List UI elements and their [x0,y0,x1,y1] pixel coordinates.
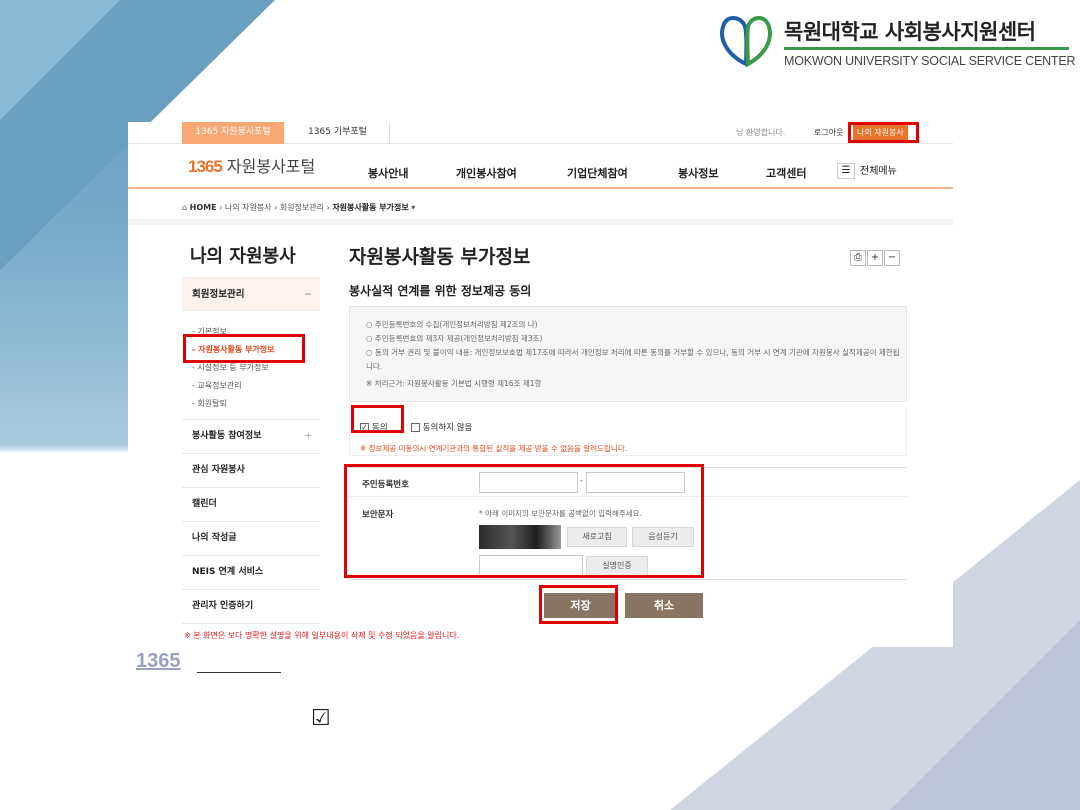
sidebar-item-participation[interactable]: 봉사활동 참여정보 + [182,420,320,454]
sidebar-submenu: - 기본정보 - 자원봉사활동 부가정보 - 시설정보 등 부가정보 - 교육정… [182,311,320,420]
edit-notice: ※ 본 화면은 보다 명확한 설명을 위해 일부내용이 삭제 및 수정 되었음을… [184,631,460,640]
checkbox-icon[interactable] [410,422,420,432]
disagree-label: 동의하지 않음 [422,422,473,433]
menu-customer-center[interactable]: 고객센터 [766,165,806,181]
agree-option[interactable]: ✓ 동의 [360,421,388,433]
info-line: ○ 동의 거부 권리 및 불이익 내용: 개인정보보호법 제17조에 따라서 개… [366,348,900,371]
consent-options: ✓ 동의 동의하지 않음 ※ 정보제공 미동의시 연계기관과의 통합된 실적을 제… [349,408,907,456]
page-title: 자원봉사활동 부가정보 [349,246,531,268]
slide-underline [197,672,281,673]
captcha-image [479,525,561,549]
consent-info-box: ○ 주민등록번호의 수집(개인정보처리방침 제2조의 나) ○ 주민등록번호의 … [349,306,907,402]
identity-form: 주민등록번호 - 보안문자 * 아래 이미지의 보안문자를 공백없이 입력해주세… [349,467,907,580]
captcha-label: 보안문자 [362,510,394,520]
sidebar-item-label: 캘린더 [192,499,217,509]
tab-volunteer-portal[interactable]: 1365 자원봉사포털 [182,122,284,144]
home-icon: ⌂ [182,203,188,212]
verify-button[interactable]: 실명인증 [586,556,648,576]
disagree-option[interactable]: 동의하지 않음 [410,421,473,433]
portal-logo-number: 1365 [188,157,223,176]
my-volunteer-link[interactable]: 나의 자원봉사 [853,125,908,140]
sidebar-item-label: 관심 자원봉사 [192,465,245,475]
breadcrumb-item[interactable]: 회원정보관리 [280,203,324,212]
page-tools: ⎙ + − [850,245,901,266]
menu-personal-volunteer[interactable]: 개인봉사참여 [456,165,517,181]
slide-1365-label: 1365 [136,650,181,672]
logout-link[interactable]: 로그아웃 [814,122,843,143]
save-button[interactable]: 저장 [544,593,617,618]
zoom-out-icon[interactable]: − [884,250,900,266]
breadcrumb-home[interactable]: HOME [190,203,217,212]
refresh-button[interactable]: 새로고침 [567,527,627,547]
background-triangle-top-left-light [0,0,120,120]
all-menu-button[interactable]: ☰ 전체메뉴 [837,162,909,182]
info-line: ○ 주민등록번호의 수집(개인정보처리방침 제2조의 나) [366,320,538,329]
portal-logo[interactable]: 1365 자원봉사포털 [188,153,315,177]
zoom-in-icon[interactable]: + [867,250,883,266]
university-name-english: MOKWON UNIVERSITY SOCIAL SERVICE CENTER [784,54,1076,68]
section-title: 봉사실적 연계를 위한 정보제공 동의 [349,284,532,298]
consent-warning: ※ 정보제공 미동의시 연계기관과의 통합된 실적을 제공 받을 수 없음을 알… [360,444,628,453]
sidebar-item-label: 관리자 인증하기 [192,601,254,611]
hamburger-icon: ☰ [837,163,855,179]
captcha-input[interactable] [479,555,583,576]
breadcrumb: ⌂ HOME › 나의 자원봉사 › 회원정보관리 › 자원봉사활동 부가정보 … [182,202,415,213]
sidebar-item-admin-auth[interactable]: 관리자 인증하기 [182,590,320,624]
chevron-down-icon[interactable]: ▾ [411,203,415,212]
breadcrumb-current[interactable]: 자원봉사활동 부가정보 [332,203,408,212]
sidebar-item-neis[interactable]: NEIS 연계 서비스 [182,556,320,590]
info-line: ○ 주민등록번호의 제3자 제공(개인정보처리방침 제3조) [366,334,543,343]
submenu-volunteer-extra-info[interactable]: - 자원봉사활동 부가정보 [192,341,320,359]
background-band-left [0,0,130,810]
global-navigation: 1365 자원봉사포털 봉사안내 개인봉사참여 기업단체참여 봉사정보 고객센터… [128,145,953,189]
sidebar-title: 나의 자원봉사 [190,246,296,267]
portal-logo-text: 자원봉사포털 [226,157,316,176]
university-divider [784,47,1069,50]
rrn-back-input[interactable] [586,472,685,493]
submenu-facility-extra-info[interactable]: - 시설정보 등 부가정보 [192,359,320,377]
expand-icon: + [304,431,312,441]
rrn-label: 주민등록번호 [362,480,409,490]
menu-volunteer-info[interactable]: 봉사정보 [678,165,718,181]
top-bar: 1365 자원봉사포털 1365 기부포털 님 환영합니다. 로그아웃 나의 자… [128,122,953,144]
menu-corporate-volunteer[interactable]: 기업단체참여 [567,165,628,181]
university-logo: 목원대학교 사회봉사지원센터 MOKWON UNIVERSITY SOCIAL … [716,8,1076,70]
welcome-text: 님 환영합니다. [736,128,786,137]
breadcrumb-item[interactable]: 나의 자원봉사 [225,203,272,212]
collapse-icon: − [304,289,312,300]
sidebar-item-label: 나의 작성글 [192,533,237,543]
agree-label: 동의 [372,422,388,433]
sidebar-item-my-posts[interactable]: 나의 작성글 [182,522,320,556]
university-name-korean: 목원대학교 사회봉사지원센터 [784,20,1036,44]
portal-screenshot: 1365 자원봉사포털 1365 기부포털 님 환영합니다. 로그아웃 나의 자… [128,122,953,647]
captcha-hint: * 아래 이미지의 보안문자를 공백없이 입력해주세요. [479,509,642,518]
submenu-basic-info[interactable]: - 기본정보 [192,323,320,341]
tab-donation-portal[interactable]: 1365 기부포털 [286,122,390,144]
sidebar-item-label: 봉사활동 참여정보 [192,431,262,441]
menu-volunteer-guide[interactable]: 봉사안내 [368,165,408,181]
sidebar-item-calendar[interactable]: 캘린더 [182,488,320,522]
rrn-separator: - [580,476,583,485]
sidebar-item-interest[interactable]: 관심 자원봉사 [182,454,320,488]
sidebar-section-member-info[interactable]: 회원정보관리 − [182,277,320,311]
info-line: ※ 처리근거: 자원봉사활동 기본법 시행령 제16조 제1항 [366,379,542,388]
sidebar-section-label: 회원정보관리 [192,289,245,300]
form-divider [349,496,907,497]
background-triangle-bottom-right-dark [890,620,1080,810]
all-menu-label: 전체메뉴 [860,166,897,177]
cancel-button[interactable]: 취소 [625,593,703,618]
submenu-withdraw[interactable]: - 회원탈퇴 [192,395,320,413]
submenu-education-info[interactable]: - 교육정보관리 [192,377,320,395]
rrn-front-input[interactable] [479,472,578,493]
sidebar-item-label: NEIS 연계 서비스 [192,567,264,577]
checkbox-glyph-icon: ☑ [311,706,331,731]
sidebar: 회원정보관리 − - 기본정보 - 자원봉사활동 부가정보 - 시설정보 등 부… [182,277,320,624]
print-icon[interactable]: ⎙ [850,250,866,266]
heart-leaf-logo-icon [720,16,772,68]
audio-button[interactable]: 음성듣기 [632,527,694,547]
divider-band [128,219,953,225]
checkbox-checked-icon[interactable]: ✓ [360,422,369,432]
